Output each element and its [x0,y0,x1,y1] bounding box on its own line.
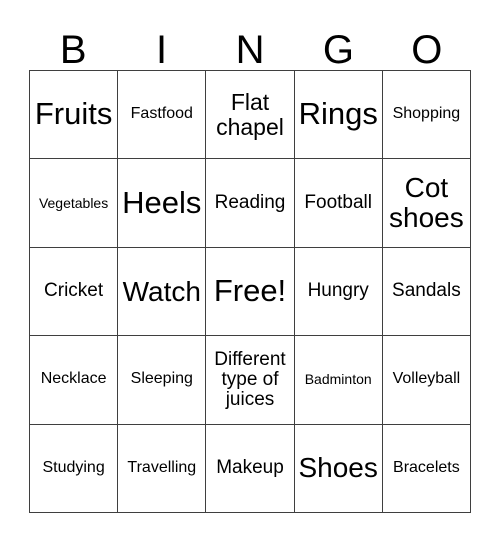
bingo-cell-label: Flat chapel [216,89,284,140]
bingo-cell-o2[interactable]: Cot shoes [382,159,471,248]
bingo-cell-label: Sandals [392,280,461,302]
bingo-cell-n5[interactable]: Makeup [206,424,295,513]
bingo-cell-g5[interactable]: Shoes [294,424,383,513]
bingo-cell-n2[interactable]: Reading [206,159,295,248]
bingo-cell-label: Badminton [304,371,372,388]
bingo-cell-label: Reading [214,192,286,214]
bingo-cell-label: Volleyball [392,370,461,388]
bingo-header-column-g: G [294,14,382,70]
bingo-cell-i1[interactable]: Fastfood [118,71,207,160]
bingo-header-row: B I N G O [29,14,471,70]
bingo-cell-label: Fastfood [130,105,193,123]
bingo-cell-g4[interactable]: Badminton [294,336,383,425]
bingo-cell-b1[interactable]: Fruits [30,71,119,160]
bingo-cell-free-space[interactable]: Free! [206,247,295,337]
bingo-cell-b4[interactable]: Necklace [30,336,119,425]
bingo-header-column-b: B [29,14,117,70]
bingo-cell-i2[interactable]: Heels [118,159,207,248]
bingo-cell-label: Vegetables [38,194,109,211]
bingo-header-letter-i: I [156,28,168,72]
bingo-cell-o3[interactable]: Sandals [382,247,471,337]
bingo-cell-label: Cot shoes [389,172,464,234]
bingo-header-letter-n: N [235,28,265,72]
bingo-cell-b2[interactable]: Vegetables [30,159,119,248]
bingo-cell-label: Necklace [40,370,107,388]
bingo-header-letter-b: B [59,28,87,72]
bingo-cell-label: Heels [122,184,202,220]
bingo-cell-label: Football [304,192,372,214]
bingo-cell-label: Studying [42,458,105,476]
bingo-cell-n1[interactable]: Flat chapel [206,71,295,160]
bingo-grid: Fruits Fastfood Flat chapel Rings Shoppi… [29,70,471,513]
bingo-cell-b5[interactable]: Studying [30,424,119,513]
bingo-cell-g2[interactable]: Football [294,159,383,248]
bingo-cell-o5[interactable]: Bracelets [382,424,471,513]
bingo-cell-label: Makeup [216,457,284,479]
bingo-cell-o1[interactable]: Shopping [382,71,471,160]
bingo-cell-label: Bracelets [393,458,460,476]
bingo-cell-label: Cricket [44,280,104,302]
bingo-header-letter-g: G [322,28,354,72]
bingo-cell-label: Hungry [307,280,369,302]
bingo-cell-g3[interactable]: Hungry [294,247,383,337]
bingo-cell-b3[interactable]: Cricket [30,247,119,337]
bingo-header-column-o: O [383,14,471,70]
bingo-cell-i5[interactable]: Travelling [118,424,207,513]
bingo-header-column-n: N [206,14,294,70]
bingo-cell-label: Shopping [392,105,461,123]
bingo-cell-label: Sleeping [130,370,193,388]
bingo-cell-i3[interactable]: Watch [118,247,207,337]
bingo-cell-label: Travelling [127,458,197,476]
bingo-cell-label: Shoes [298,452,378,484]
bingo-header-letter-o: O [411,28,443,72]
bingo-cell-g1[interactable]: Rings [294,71,383,160]
bingo-cell-label: Fruits [34,96,113,132]
bingo-free-space-label: Free! [213,273,287,309]
bingo-cell-i4[interactable]: Sleeping [118,336,207,425]
bingo-cell-o4[interactable]: Volleyball [382,336,471,425]
bingo-cell-n4[interactable]: Different type of juices [206,336,295,425]
bingo-card: B I N G O Fruits Fastfood Flat chapel Ri… [0,0,500,544]
bingo-cell-label: Rings [298,96,378,132]
bingo-cell-label: Watch [122,275,201,307]
bingo-cell-label: Different type of juices [214,348,286,410]
bingo-header-column-i: I [117,14,205,70]
